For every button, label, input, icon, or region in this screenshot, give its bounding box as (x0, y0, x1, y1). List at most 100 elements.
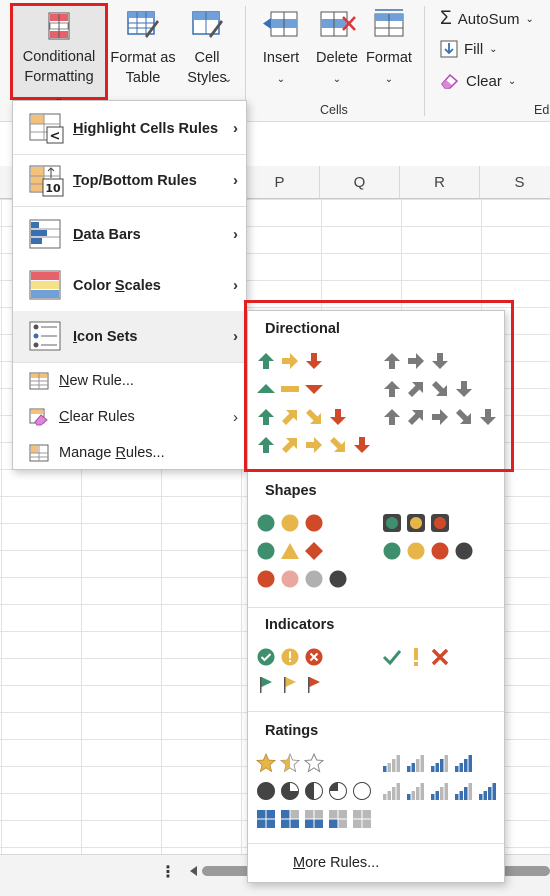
top-bottom-icon: 10 (27, 165, 67, 197)
menu-item-top-bottom-rules[interactable]: 10 Top/Bottom Rules › (13, 155, 246, 206)
insert-button[interactable]: Insert ⌄ (254, 8, 308, 90)
icon-set-3-flags[interactable] (256, 675, 324, 695)
icon-set-3-symbols-circled[interactable] (256, 647, 324, 667)
more-options-icon[interactable]: ⋮ (160, 862, 176, 882)
column-header-q[interactable]: Q (320, 166, 400, 199)
section-divider (248, 607, 504, 608)
icon-set-3-traffic-lights-rimmed[interactable] (382, 513, 450, 533)
green-circle-icon (257, 542, 275, 560)
format-label: Format (366, 50, 412, 66)
arrow-down-right-icon (306, 409, 321, 424)
black-circle-icon (329, 570, 347, 588)
arrow-down-right-icon (456, 409, 471, 424)
column-header-p[interactable]: P (240, 166, 320, 199)
icon-set-5-ratings[interactable] (382, 781, 498, 801)
menu-item-highlight-cells-rules[interactable]: < Highlight Cells Rules › (13, 103, 246, 154)
column-header-r[interactable]: R (400, 166, 480, 199)
fill-label: Fill (464, 40, 484, 58)
cell-styles-button[interactable]: Cell Styles ⌄ (178, 8, 236, 88)
menu-item-data-bars[interactable]: Data Bars › (13, 209, 246, 260)
icon-set-3-signs[interactable] (256, 541, 324, 561)
yellow-flag-icon (284, 677, 296, 693)
section-divider (248, 471, 504, 472)
arrow-up-icon (258, 353, 274, 369)
editing-group-label: Edi (534, 103, 550, 117)
signal-3-bars-icon (455, 783, 472, 800)
red-circle-icon (257, 570, 275, 588)
icon-set-5-arrows-gray[interactable] (382, 407, 498, 427)
icon-set-3-stars[interactable] (256, 753, 324, 773)
quarter-circle-icon (329, 782, 347, 800)
icon-set-3-arrows-gray[interactable] (382, 351, 450, 371)
menu-item-label: Manage Rules... (59, 445, 165, 461)
empty-star-icon (304, 753, 324, 773)
arrow-down-icon (306, 353, 322, 369)
icon-set-3-arrows-colored[interactable] (256, 351, 324, 371)
red-flag-icon (308, 677, 320, 693)
icon-set-4-arrows-gray[interactable] (382, 379, 474, 399)
svg-text:<: < (50, 129, 61, 144)
format-as-table-button[interactable]: Format as Table (108, 8, 178, 88)
menu-item-label: Top/Bottom Rules (73, 172, 197, 189)
check-circle-icon (257, 648, 275, 666)
arrow-up-icon (384, 353, 400, 369)
icon-set-3-symbols-uncircled[interactable] (382, 647, 450, 667)
menu-item-new-rule[interactable]: New Rule... (13, 363, 246, 399)
signal-0-bars-icon (383, 783, 400, 800)
autosum-button[interactable]: Σ AutoSum ⌄ (440, 8, 534, 30)
menu-item-label: Clear Rules (59, 409, 135, 425)
column-header-s[interactable]: S (480, 166, 550, 199)
color-scales-icon (27, 270, 67, 302)
icon-set-4-arrows-colored[interactable] (256, 407, 348, 427)
signal-1-bars-icon (383, 755, 400, 772)
conditional-formatting-menu: < Highlight Cells Rules › 10 Top/Bottom … (12, 100, 247, 470)
menu-item-label: New Rule... (59, 373, 134, 389)
arrow-down-right-icon (330, 437, 345, 452)
section-divider (248, 711, 504, 712)
triangle-down-icon (305, 385, 323, 394)
menu-item-label: Highlight Cells Rules (73, 120, 219, 137)
more-rules-link[interactable]: More Rules... (293, 855, 379, 871)
full-circle-icon (257, 782, 275, 800)
arrow-up-right-icon (282, 410, 297, 425)
conditional-formatting-button[interactable]: Conditional Formatting ⌄ (10, 3, 108, 104)
full-star-icon (256, 753, 276, 773)
menu-item-clear-rules[interactable]: Clear Rules › (13, 399, 246, 435)
delete-button[interactable]: Delete ⌄ (310, 8, 364, 90)
fill-button[interactable]: Fill ⌄ (440, 40, 498, 58)
icon-set-5-boxes[interactable] (256, 809, 372, 829)
arrow-down-icon (480, 409, 496, 425)
icon-set-red-to-black[interactable] (256, 569, 348, 589)
chevron-down-icon: ⌄ (489, 43, 498, 55)
icon-set-5-arrows-colored[interactable] (256, 435, 372, 455)
chevron-down-icon: ⌄ (507, 75, 517, 87)
menu-item-color-scales[interactable]: Color Scales › (13, 260, 246, 311)
icon-set-5-quarters[interactable] (256, 781, 372, 801)
menu-item-manage-rules[interactable]: Manage Rules... (13, 435, 246, 471)
clear-label: Clear (466, 72, 502, 90)
empty-circle-icon (353, 782, 371, 800)
icon-set-3-traffic-lights-unrimmed[interactable] (256, 513, 324, 533)
chevron-right-icon: › (233, 277, 238, 294)
section-heading-shapes: Shapes (265, 483, 317, 499)
clear-button[interactable]: Clear ⌄ (440, 72, 516, 90)
menu-item-icon-sets[interactable]: Icon Sets › (13, 311, 246, 362)
pink-circle-icon (281, 570, 299, 588)
check-icon (382, 650, 402, 666)
arrow-up-icon (384, 381, 400, 397)
boxes-3-icon (281, 810, 299, 828)
icon-set-4-traffic-lights[interactable] (382, 541, 474, 561)
format-button[interactable]: Format ⌄ (362, 8, 416, 90)
boxes-2-icon (305, 810, 323, 828)
yellow-circle-icon (281, 514, 299, 532)
black-circle-icon (455, 542, 473, 560)
icon-set-3-triangles[interactable] (256, 379, 324, 399)
green-flag-icon (260, 677, 272, 693)
exclamation-circle-icon (281, 648, 299, 666)
green-circle-icon (257, 514, 275, 532)
section-divider (248, 843, 504, 844)
arrow-right-icon (306, 437, 322, 453)
icon-set-4-ratings[interactable] (382, 753, 474, 773)
data-bars-icon (27, 219, 67, 251)
arrow-up-right-icon (408, 382, 423, 397)
